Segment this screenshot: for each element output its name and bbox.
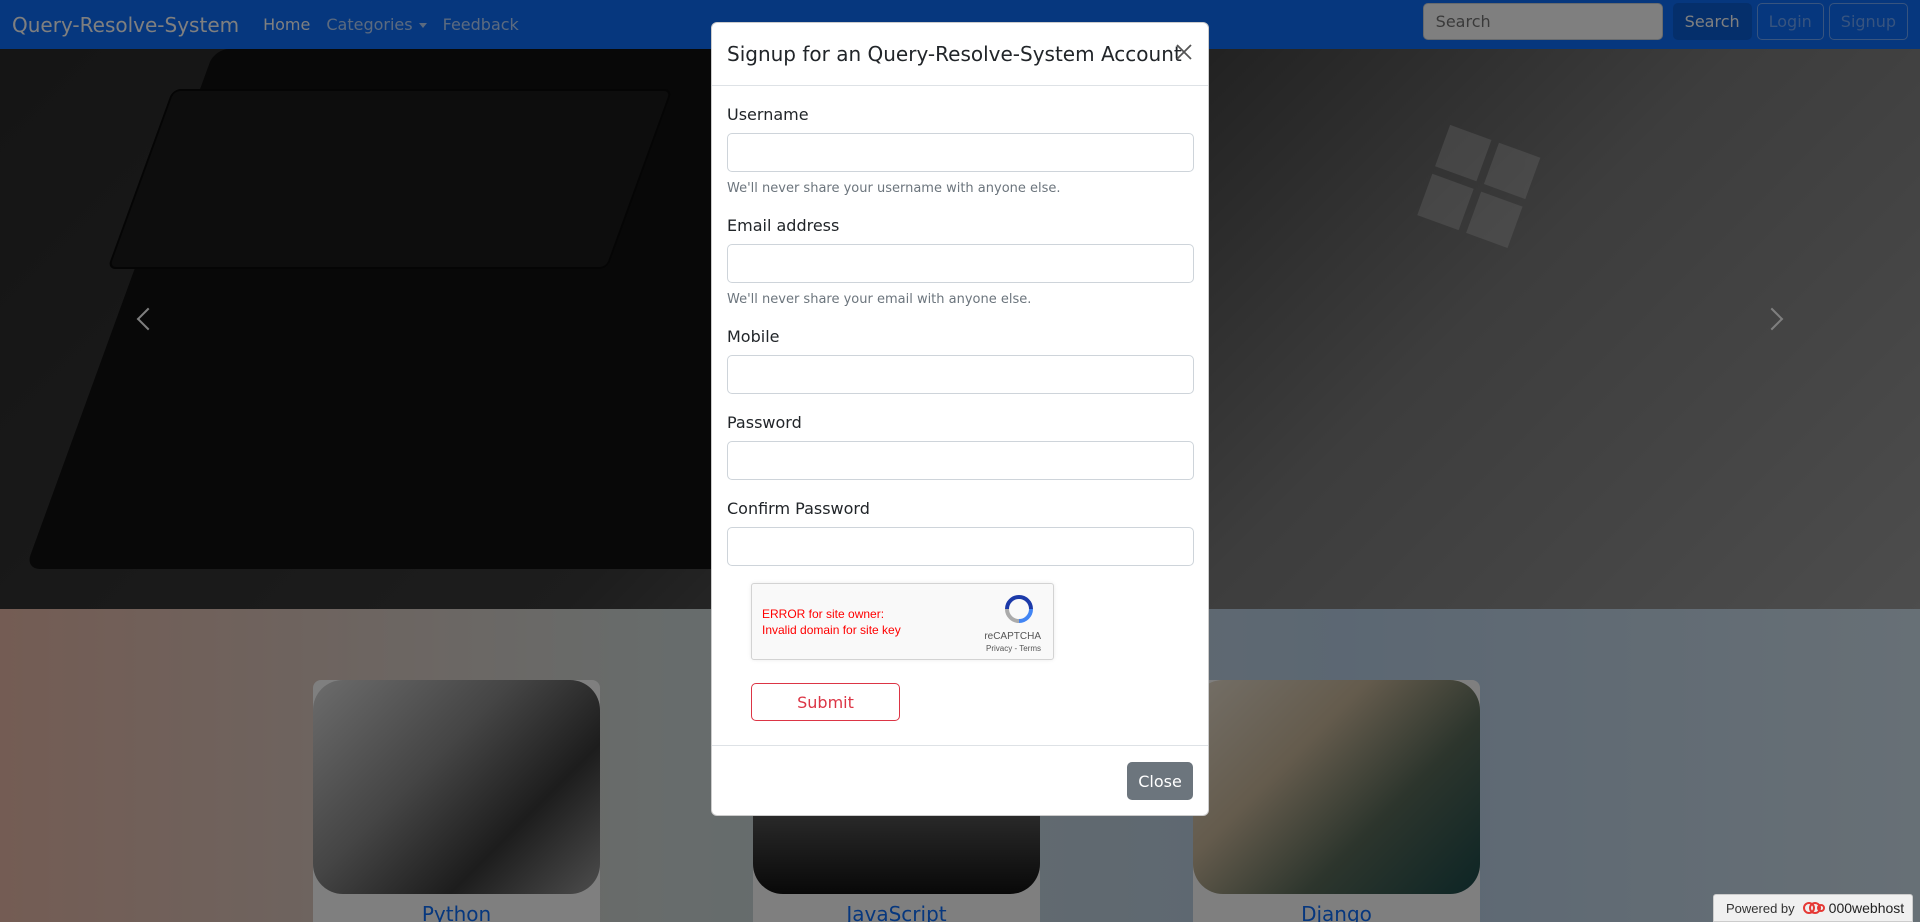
email-label: Email address xyxy=(727,216,840,235)
mobile-input[interactable] xyxy=(727,355,1194,394)
webhost-logo-icon xyxy=(1802,902,1825,914)
modal-body: Username We'll never share your username… xyxy=(712,86,1208,746)
close-icon[interactable] xyxy=(1174,42,1194,62)
recaptcha-logo-icon xyxy=(1005,595,1033,623)
recaptcha-error-line1: ERROR for site owner: xyxy=(762,607,885,621)
password-input[interactable] xyxy=(727,441,1194,480)
password-label: Password xyxy=(727,413,802,432)
webhost-name: 000webhost xyxy=(1828,900,1905,916)
username-label: Username xyxy=(727,105,809,124)
signup-modal: Signup for an Query-Resolve-System Accou… xyxy=(711,22,1209,816)
confirm-password-label: Confirm Password xyxy=(727,499,870,518)
close-button[interactable]: Close xyxy=(1127,762,1193,800)
email-help-text: We'll never share your email with anyone… xyxy=(727,292,1032,307)
username-input[interactable] xyxy=(727,133,1194,172)
powered-by-badge[interactable]: Powered by 000webhost xyxy=(1713,894,1913,922)
recaptcha-brand: reCAPTCHA xyxy=(984,631,1041,642)
modal-title: Signup for an Query-Resolve-System Accou… xyxy=(727,42,1182,66)
email-input[interactable] xyxy=(727,244,1194,283)
recaptcha-error-line2: Invalid domain for site key xyxy=(762,623,901,637)
recaptcha-links[interactable]: Privacy - Terms xyxy=(986,644,1041,653)
mobile-label: Mobile xyxy=(727,327,780,346)
modal-header: Signup for an Query-Resolve-System Accou… xyxy=(712,23,1208,86)
recaptcha-error: ERROR for site owner: Invalid domain for… xyxy=(762,606,962,638)
powered-by-label: Powered by xyxy=(1726,900,1795,916)
submit-button[interactable]: Submit xyxy=(751,683,900,721)
username-help-text: We'll never share your username with any… xyxy=(727,181,1061,196)
recaptcha-widget[interactable]: ERROR for site owner: Invalid domain for… xyxy=(751,583,1054,660)
confirm-password-input[interactable] xyxy=(727,527,1194,566)
